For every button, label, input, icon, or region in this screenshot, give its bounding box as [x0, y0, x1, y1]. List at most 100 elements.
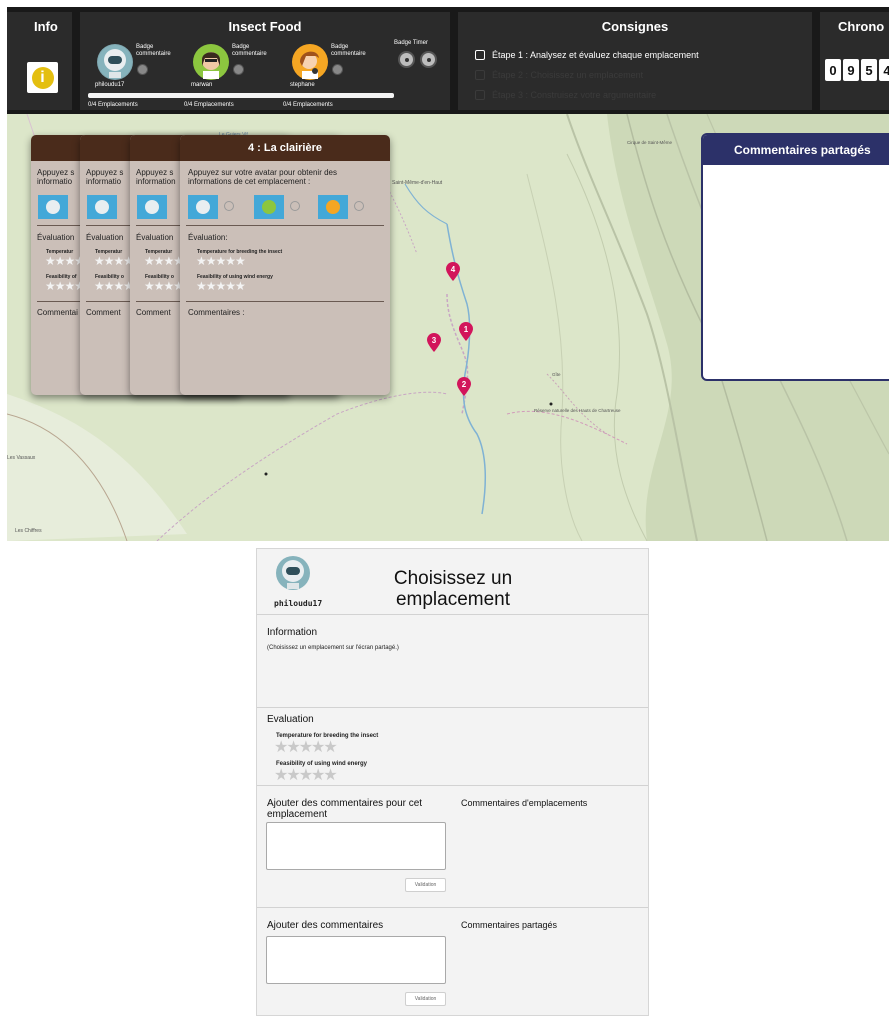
svg-text:1: 1	[464, 325, 469, 334]
card-title: 4 : La clairière	[180, 135, 390, 161]
evaluation-section: Evaluation Temperature for breeding the …	[257, 708, 648, 786]
avatar[interactable]	[275, 555, 311, 591]
evaluation-label: Évaluation	[136, 233, 174, 242]
card-prompt: Appuyez s information	[136, 168, 176, 186]
avatar-button-philoudu17[interactable]	[188, 195, 218, 219]
step-1[interactable]: Étape 1 : Analysez et évaluez chaque emp…	[475, 50, 699, 60]
badge-label: Badge commentaire	[331, 44, 366, 57]
info-button[interactable]: i	[27, 62, 58, 93]
badge-icon	[332, 64, 343, 75]
card-prompt: Appuyez sur votre avatar pour obtenir de…	[188, 168, 337, 186]
shared-comment-section: Ajouter des commentaires Commentaires pa…	[257, 908, 648, 1015]
avatar[interactable]	[97, 44, 133, 80]
map-pin-3[interactable]: 3	[426, 333, 442, 353]
timer-icon	[398, 51, 415, 68]
avatar[interactable]	[292, 44, 328, 80]
chrono-digit: 4	[879, 59, 889, 81]
badge-icon	[137, 64, 148, 75]
rating-stars-temperature[interactable]: ★★★★★	[196, 255, 246, 267]
shared-comments-title: Commentaires partagés	[703, 135, 889, 165]
comment-location-heading: Ajouter des commentaires pour cet emplac…	[267, 798, 423, 820]
progress-count: 0/4 Emplacements	[283, 102, 333, 108]
avatar	[145, 200, 159, 214]
map-label-chiffres: Les Chiffres	[15, 528, 42, 534]
validation-button[interactable]: Validation	[405, 878, 446, 892]
shared-comments-panel[interactable]: Commentaires partagés	[701, 133, 889, 381]
information-heading: Information	[267, 627, 318, 638]
map-pin-1[interactable]: 1	[458, 322, 474, 342]
comments-label: Commentai	[37, 308, 78, 317]
map-pin-4[interactable]: 4	[445, 262, 461, 282]
avatar	[95, 200, 109, 214]
info-icon: i	[31, 66, 54, 89]
check-icon	[290, 201, 300, 211]
player-marwan: Badge commentaire marwan 0/4 Emplacements	[178, 42, 295, 112]
shared-comments-heading: Commentaires partagés	[461, 920, 558, 930]
map-label-reserve: Réserve naturelle des Hauts de Chartreus…	[534, 408, 621, 413]
badge-label: Badge commentaire	[136, 44, 171, 57]
insect-food-panel: Insect Food Badge commentaire philoudu17 …	[80, 12, 450, 110]
avatar-button-marwan[interactable]	[254, 195, 284, 219]
location-comments-heading: Commentaires d'emplacements	[461, 798, 588, 808]
map-pin-2[interactable]: 2	[456, 377, 472, 397]
evaluation-label: Évaluation:	[188, 233, 228, 242]
check-icon	[354, 201, 364, 211]
location-card-4[interactable]: 4 : La clairière Appuyez sur votre avata…	[180, 135, 390, 395]
comments-label: Comment	[86, 308, 121, 317]
check-icon	[224, 201, 234, 211]
consignes-title: Consignes	[601, 19, 669, 34]
avatar-button[interactable]	[87, 195, 117, 219]
chrono-panel: Chrono 0 9 5 4	[820, 12, 889, 110]
page-title: Choisissez un emplacement	[393, 568, 513, 610]
top-bar: Info i Insect Food Badge commentaire phil…	[7, 7, 889, 114]
chrono-digit: 0	[825, 59, 841, 81]
tabletop-screen: Le Guiers Vif Saint-Même-d'en-Haut Réser…	[7, 7, 889, 541]
progress-count: 0/4 Emplacements	[184, 102, 234, 108]
badge-icon	[233, 64, 244, 75]
timer-icon	[420, 51, 437, 68]
checkbox-icon	[475, 70, 485, 80]
map-label-gite: Gîte	[552, 372, 561, 377]
chrono-digit: 9	[843, 59, 859, 81]
evaluation-label: Évaluation	[86, 233, 124, 242]
badge-label: Badge commentaire	[232, 44, 267, 57]
avatar	[326, 200, 340, 214]
validation-button[interactable]: Validation	[405, 992, 446, 1006]
mobile-header: philoudu17 Choisissez un emplacement	[257, 549, 648, 615]
avatar-button-stephane[interactable]	[318, 195, 348, 219]
comment-heading: Ajouter des commentaires	[267, 920, 384, 931]
card-prompt: Appuyez s informatio	[37, 168, 75, 186]
username: philoudu17	[274, 599, 323, 608]
avatar-button[interactable]	[137, 195, 167, 219]
step-3: Étape 3 : Construisez votre argumentaire	[475, 90, 656, 100]
map-label-cirque: Cirque de Saint-Même	[627, 140, 673, 145]
avatar-button[interactable]	[38, 195, 68, 219]
chrono-digit: 5	[861, 59, 877, 81]
consignes-panel: Consignes Étape 1 : Analysez et évaluez …	[458, 12, 812, 110]
avatar	[196, 200, 210, 214]
shared-comment-textarea[interactable]	[266, 936, 446, 984]
map-label-vassaux: Les Vassaux	[7, 455, 36, 461]
rating-stars-temperature[interactable]: ★★★★★	[274, 740, 338, 756]
location-comment-textarea[interactable]	[266, 822, 446, 870]
card-prompt: Appuyez s informatio	[86, 168, 124, 186]
progress-bar	[283, 93, 394, 98]
rating-stars-wind[interactable]: ★★★★★	[274, 768, 338, 784]
insect-food-title: Insect Food	[228, 19, 302, 34]
mobile-panel: philoudu17 Choisissez un emplacement Inf…	[256, 548, 649, 1016]
svg-text:4: 4	[451, 265, 456, 274]
progress-count: 0/4 Emplacements	[88, 102, 138, 108]
map-label-saint-meme: Saint-Même-d'en-Haut	[392, 180, 443, 186]
information-text: (Choisissez un emplacement sur l'écran p…	[267, 645, 399, 651]
avatar[interactable]	[193, 44, 229, 80]
info-title: Info	[34, 19, 58, 34]
chrono-title: Chrono	[838, 19, 885, 34]
rating-stars-wind[interactable]: ★★★★★	[196, 280, 246, 292]
player-name: marwan	[191, 82, 213, 88]
evaluation-label: Évaluation	[37, 233, 75, 242]
badge-timer-label: Badge Timer	[394, 40, 429, 46]
location-comment-section: Ajouter des commentaires pour cet emplac…	[257, 786, 648, 908]
avatar	[262, 200, 276, 214]
player-name: philoudu17	[95, 82, 125, 88]
checkbox-icon[interactable]	[475, 50, 485, 60]
